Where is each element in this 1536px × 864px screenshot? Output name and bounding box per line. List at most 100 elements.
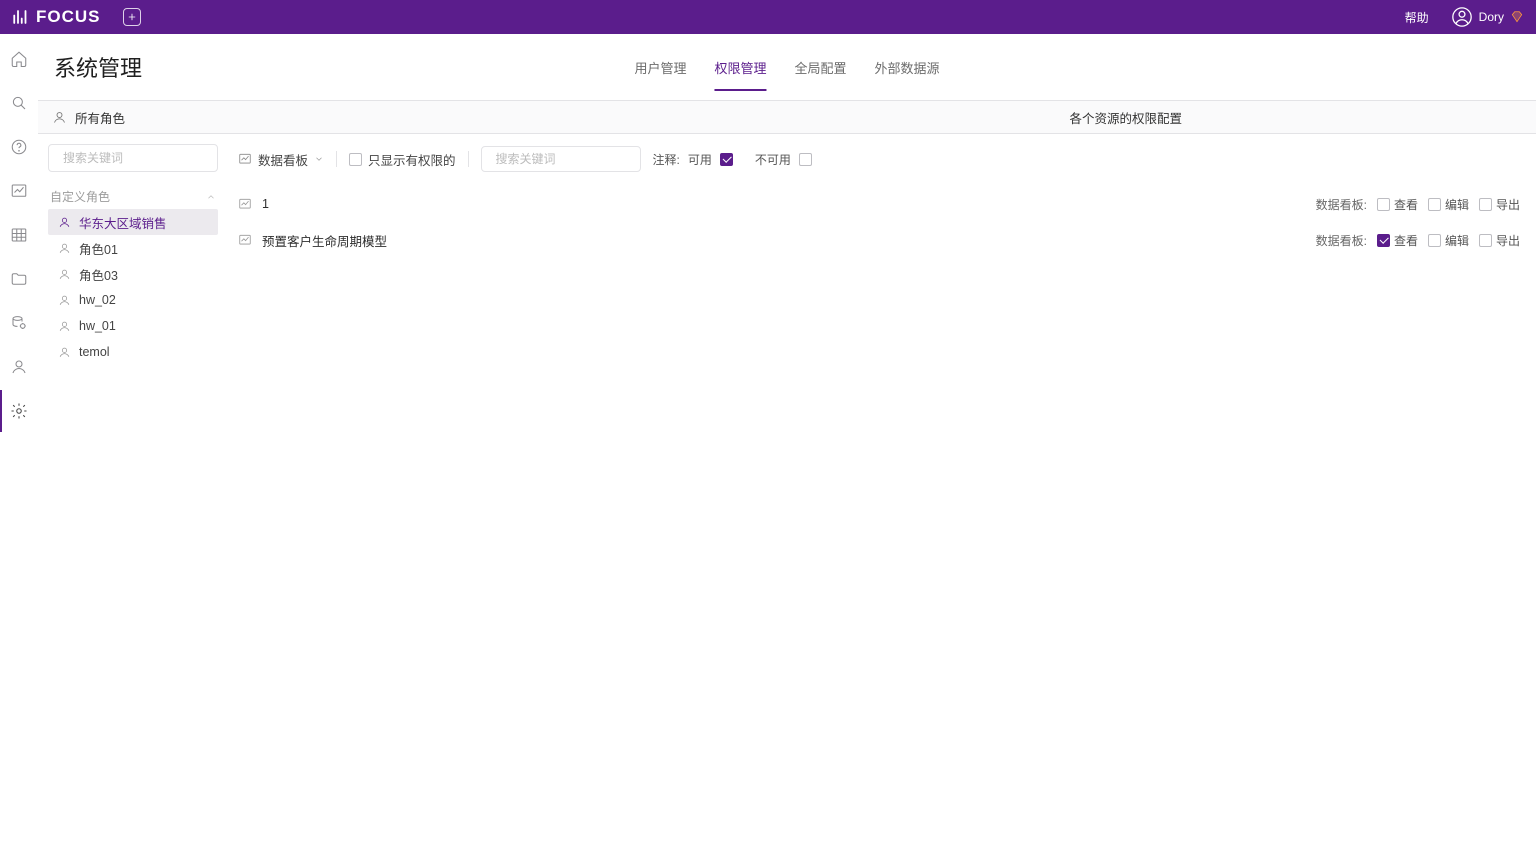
rail-search[interactable] [8,92,30,114]
nav-rail [0,34,38,864]
perm-export-label: 导出 [1496,232,1520,249]
role-pane: 自定义角色 华东大区域销售角色01 角色03 hw_02 hw_01temol [38,134,228,864]
role-group-label: 自定义角色 [50,188,110,205]
user-icon [58,268,71,281]
rail-dashboard[interactable] [8,180,30,202]
section-all-roles-label: 所有角色 [75,108,125,127]
role-item[interactable]: hw_02 [48,287,218,313]
user-icon [58,216,71,229]
perm-export-label: 导出 [1496,196,1520,213]
folder-icon [10,270,28,288]
legend-prefix: 注释: [653,151,680,168]
role-name: 角色01 [79,239,118,258]
page-title: 系统管理 [54,51,142,83]
only-permitted-checkbox[interactable]: 只显示有权限的 [349,150,456,169]
role-name: hw_01 [79,319,116,333]
role-search-box[interactable] [48,144,218,172]
tab-global-config[interactable]: 全局配置 [795,52,847,91]
plus-icon [127,12,137,22]
top-bar: FOCUS 帮助 Dory [0,0,1536,34]
rail-users[interactable] [8,356,30,378]
checkbox-icon [1428,198,1441,211]
tab-external-datasource[interactable]: 外部数据源 [875,52,940,91]
user-icon [58,294,71,307]
resource-row: 1 数据看板: 查看 编辑 导出 [238,186,1520,222]
chart-line-icon [10,182,28,200]
grid-icon [10,226,28,244]
legend-available-label: 可用 [688,151,712,168]
rail-help[interactable] [8,136,30,158]
new-button[interactable] [123,8,141,26]
perm-view-label: 查看 [1394,196,1418,213]
rail-datasource[interactable] [8,312,30,334]
checkbox-icon [1479,234,1492,247]
chevron-up-icon [206,192,216,202]
user-icon [58,320,71,333]
checkbox-icon [1377,198,1390,211]
perm-edit-label: 编辑 [1445,232,1469,249]
checkbox-icon [349,153,362,166]
brand-icon [12,8,30,26]
role-name: temol [79,345,110,359]
perm-view-checkbox[interactable]: 查看 [1377,232,1418,249]
gear-icon [10,402,28,420]
rail-table[interactable] [8,224,30,246]
legend-unavailable-swatch [799,153,812,166]
role-item[interactable]: 角色03 [48,261,218,287]
checkbox-icon [1377,234,1390,247]
resource-type-label: 数据看板 [258,150,308,169]
role-item[interactable]: hw_01 [48,313,218,339]
perm-export-checkbox[interactable]: 导出 [1479,232,1520,249]
rail-home[interactable] [8,48,30,70]
avatar-icon [1451,6,1473,28]
page-tabs: 用户管理 权限管理 全局配置 外部数据源 [634,52,939,91]
role-name: 华东大区域销售 [79,213,167,232]
rail-settings[interactable] [8,400,30,422]
perm-edit-checkbox[interactable]: 编辑 [1428,196,1469,213]
brand-text: FOCUS [36,7,101,27]
role-header-icon [52,110,67,125]
perm-export-checkbox[interactable]: 导出 [1479,196,1520,213]
role-item[interactable]: temol [48,339,218,365]
section-header: 所有角色 各个资源的权限配置 [38,100,1536,134]
user-icon [58,242,71,255]
role-name: hw_02 [79,293,116,307]
home-icon [10,50,28,68]
role-group-header[interactable]: 自定义角色 [48,188,218,209]
permission-pane: 数据看板 只显示有权限的 [228,134,1536,864]
role-list: 华东大区域销售角色01 角色03 hw_02 hw_01temol [48,209,218,365]
diamond-icon [1510,10,1524,24]
perm-edit-checkbox[interactable]: 编辑 [1428,232,1469,249]
rail-folder[interactable] [8,268,30,290]
role-item[interactable]: 华东大区域销售 [48,209,218,235]
tab-user-mgmt[interactable]: 用户管理 [634,52,686,91]
help-link[interactable]: 帮助 [1405,9,1429,26]
checkbox-icon [1479,198,1492,211]
chevron-down-icon [314,154,324,164]
user-menu[interactable]: Dory [1451,6,1524,28]
brand-logo: FOCUS [12,7,101,27]
perm-group-label: 数据看板: [1316,196,1367,213]
perm-view-checkbox[interactable]: 查看 [1377,196,1418,213]
section-resource-config-label: 各个资源的权限配置 [1069,108,1182,127]
resource-search-input[interactable] [496,152,651,166]
role-name: 角色03 [79,265,118,284]
tab-permission-mgmt[interactable]: 权限管理 [714,52,766,91]
perm-group-label: 数据看板: [1316,232,1367,249]
database-gear-icon [10,314,28,332]
resource-name: 预置客户生命周期模型 [262,231,387,250]
resource-name: 1 [262,197,269,211]
help-circle-icon [10,138,28,156]
panel-icon [238,233,252,247]
resource-search-box[interactable] [481,146,641,172]
user-icon [58,346,71,359]
resource-type-dropdown[interactable]: 数据看板 [238,150,324,169]
legend: 注释: 可用 不可用 [653,151,812,168]
permission-toolbar: 数据看板 只显示有权限的 [238,144,1520,174]
resource-row: 预置客户生命周期模型 数据看板: 查看 编辑 导出 [238,222,1520,258]
legend-available-swatch [720,153,733,166]
role-search-input[interactable] [63,151,218,165]
perm-view-label: 查看 [1394,232,1418,249]
role-item[interactable]: 角色01 [48,235,218,261]
page-header: 系统管理 用户管理 权限管理 全局配置 外部数据源 [38,34,1536,100]
